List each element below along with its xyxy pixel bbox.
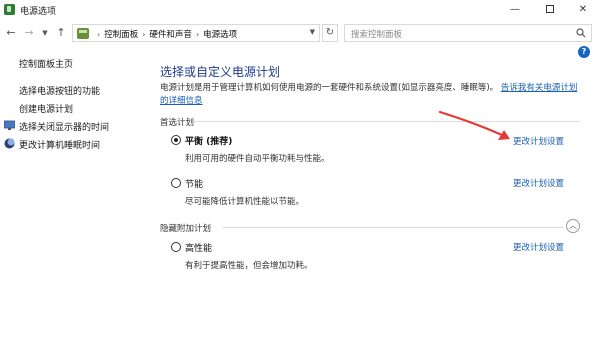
plan-balanced-desc: 利用可用的硬件自动平衡功耗与性能。 [185,154,330,164]
refresh-button[interactable]: ↻ [322,24,338,42]
title-bar: 电源选项 — ✕ [0,0,600,20]
plan-balanced-radio[interactable] [171,135,181,145]
page-title: 选择或自定义电源计划 [160,65,281,79]
plan-high-performance-radio[interactable] [171,242,181,252]
hidden-plans-label[interactable]: 隐藏附加计划 [160,222,211,234]
sleep-moon-icon [4,138,15,149]
breadcrumb-separator-icon[interactable]: › [97,30,100,39]
up-button[interactable]: ↑ [54,25,68,41]
forward-button[interactable]: → [22,25,36,41]
back-button[interactable]: ← [4,25,18,41]
plan-high-performance-settings-link[interactable]: 更改计划设置 [513,241,564,253]
recent-locations-chevron-icon[interactable]: ▼ [38,25,52,41]
plan-power-saver-settings-link[interactable]: 更改计划设置 [513,177,564,189]
window-title: 电源选项 [20,7,57,17]
address-bar: ← → ▼ ↑ › 控制面板 › 硬件和声音 › 电源选项 ▼ ↻ 搜索控制面板 [0,22,600,44]
breadcrumb-hardware-sound[interactable]: 硬件和声音 [149,30,192,40]
path-dropdown-icon[interactable]: ▼ [310,28,315,36]
sidebar-item-power-button[interactable]: 选择电源按钮的功能 [19,84,100,97]
plan-high-performance-desc: 有利于提高性能，但会增加功耗。 [185,261,313,271]
sidebar-item-display-off[interactable]: 选择关闭显示器的时间 [19,120,109,133]
section-divider [222,227,564,228]
breadcrumb-power-options[interactable]: 电源选项 [203,30,237,40]
search-placeholder: 搜索控制面板 [351,30,403,40]
help-icon[interactable]: ? [578,46,590,58]
breadcrumb-separator-icon[interactable]: › [142,30,145,39]
collapse-chevron-up-icon[interactable]: ︿ [566,219,580,233]
sidebar-item-create-plan[interactable]: 创建电源计划 [19,102,73,115]
plan-high-performance-name[interactable]: 高性能 [185,241,212,254]
close-button[interactable]: ✕ [568,0,598,20]
breadcrumb-separator-icon[interactable]: › [196,30,199,39]
search-icon[interactable] [576,28,586,38]
page-description: 电源计划是用于管理计算机如何使用电源的一套硬件和系统设置(如显示器亮度、睡眠等)… [160,82,580,108]
sidebar-item-sleep-time[interactable]: 更改计算机睡眠时间 [19,138,100,151]
plan-balanced-name[interactable]: 平衡 (推荐) [185,134,232,147]
preferred-plans-label: 首选计划 [160,118,195,128]
sidebar-home-link[interactable]: 控制面板主页 [19,57,73,70]
plan-power-saver-name[interactable]: 节能 [185,177,203,190]
power-options-icon [4,4,15,15]
monitor-icon [4,120,15,130]
control-panel-icon [77,28,89,39]
section-divider [194,121,580,122]
maximize-icon [546,5,554,13]
breadcrumb[interactable]: › 控制面板 › 硬件和声音 › 电源选项 ▼ [72,24,320,42]
annotation-arrow-icon [438,110,510,140]
plan-balanced-settings-link[interactable]: 更改计划设置 [513,135,564,147]
search-input[interactable]: 搜索控制面板 [344,24,592,42]
maximize-button[interactable] [535,0,565,20]
description-text: 电源计划是用于管理计算机如何使用电源的一套硬件和系统设置(如显示器亮度、睡眠等)… [160,83,499,93]
plan-power-saver-desc: 尽可能降低计算机性能以节能。 [185,197,305,207]
breadcrumb-control-panel[interactable]: 控制面板 [104,30,138,40]
minimize-button[interactable]: — [500,0,530,20]
plan-power-saver-radio[interactable] [171,178,181,188]
